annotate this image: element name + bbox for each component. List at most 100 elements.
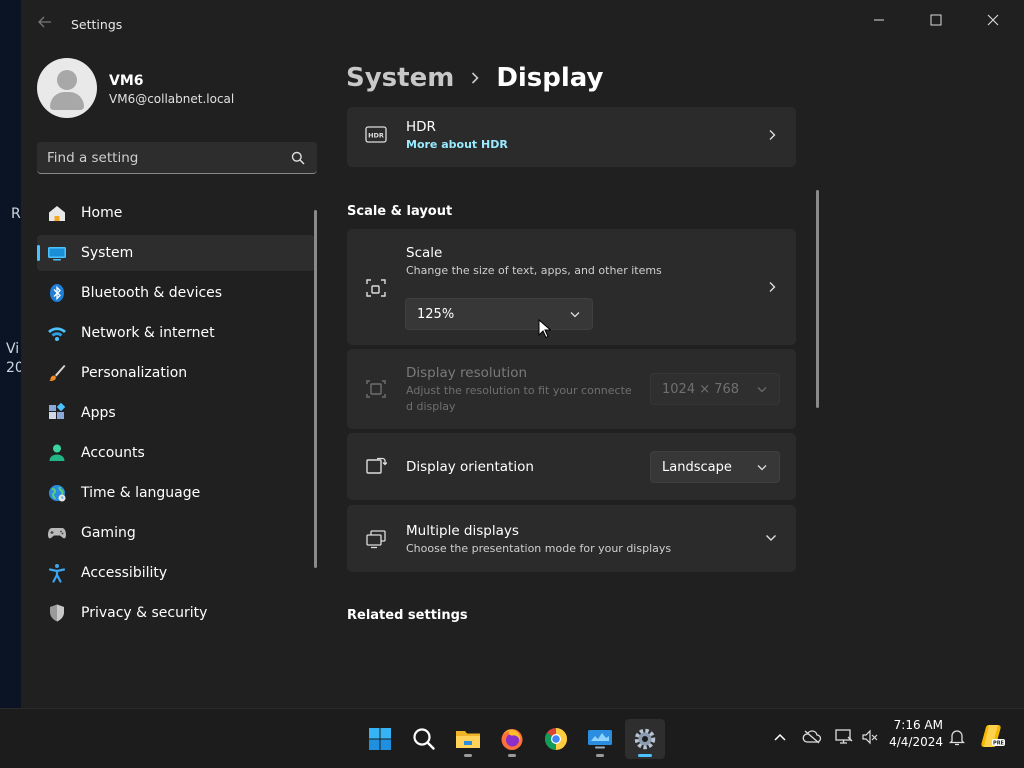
chrome-icon <box>544 728 567 750</box>
multiple-displays-subtitle: Choose the presentation mode for your di… <box>406 542 672 555</box>
hdr-learn-more-link[interactable]: More about HDR <box>406 138 508 151</box>
bluetooth-icon <box>50 284 64 302</box>
user-email: VM6@collabnet.local <box>109 92 235 106</box>
main-scrollbar[interactable] <box>816 190 819 408</box>
hdr-card[interactable]: HDR HDR More about HDR <box>347 107 796 167</box>
sidebar-item-network[interactable]: Network & internet <box>37 315 315 351</box>
scale-dropdown-value: 125% <box>417 307 455 322</box>
chevron-right-icon <box>769 282 776 292</box>
sidebar-item-home[interactable]: Home <box>37 195 315 231</box>
home-icon <box>49 206 65 221</box>
copilot-icon: PRE <box>981 725 1005 747</box>
chevron-up-icon <box>774 733 786 741</box>
copilot-button[interactable]: PRE <box>980 723 1006 749</box>
running-indicator <box>508 754 516 757</box>
chevron-down-icon <box>757 387 767 393</box>
hdr-title: HDR <box>406 119 436 135</box>
section-heading-related-settings: Related settings <box>347 608 468 623</box>
taskbar-chrome[interactable] <box>536 719 576 759</box>
taskbar-firefox[interactable] <box>492 719 532 759</box>
start-icon <box>369 728 391 750</box>
multiple-displays-card[interactable]: Multiple displays Choose the presentatio… <box>347 505 796 572</box>
display-orientation-card: Display orientation Landscape <box>347 433 796 500</box>
wifi-icon <box>48 327 66 341</box>
taskbar-search-button[interactable] <box>404 719 444 759</box>
hdr-icon: HDR <box>365 126 387 143</box>
chevron-right-icon <box>472 72 479 84</box>
display-resolution-subtitle: Adjust the resolution to fit your connec… <box>406 384 632 397</box>
sidebar-item-label: Gaming <box>81 525 136 541</box>
sidebar-item-time-language[interactable]: Time & language <box>37 475 315 511</box>
search-icon[interactable] <box>291 151 305 165</box>
sidebar-item-gaming[interactable]: Gaming <box>37 515 315 551</box>
settings-icon <box>634 728 656 750</box>
scale-dropdown[interactable]: 125% <box>405 298 593 330</box>
sidebar-item-system[interactable]: System <box>37 235 315 271</box>
sidebar-item-label: Apps <box>81 405 116 421</box>
maximize-button[interactable] <box>913 6 959 34</box>
multiple-displays-title: Multiple displays <box>406 523 519 539</box>
sidebar-scrollbar[interactable] <box>314 210 317 568</box>
section-heading-scale-layout: Scale & layout <box>347 204 453 219</box>
display-resolution-card: Display resolution Adjust the resolution… <box>347 349 796 429</box>
system-icon <box>48 247 66 261</box>
back-button[interactable] <box>35 14 55 34</box>
breadcrumb-parent[interactable]: System <box>346 63 454 93</box>
taskbar-clock-time[interactable]: 7:16 AM <box>893 718 943 732</box>
bell-icon <box>949 730 965 746</box>
chevron-down-icon <box>570 312 580 318</box>
start-button[interactable] <box>360 719 400 759</box>
running-indicator <box>464 754 472 757</box>
sidebar-item-personalization[interactable]: Personalization <box>37 355 315 391</box>
running-indicator <box>596 754 604 757</box>
maximize-icon <box>930 14 942 26</box>
sidebar-item-label: System <box>81 245 134 261</box>
chevron-down-icon <box>757 465 767 471</box>
resolution-dropdown-value: 1024 × 768 <box>662 382 740 397</box>
volume-tray-button[interactable] <box>860 727 880 747</box>
display-resolution-subtitle: d display <box>406 400 456 413</box>
minimize-icon <box>874 19 884 21</box>
network-tray-button[interactable] <box>834 727 854 747</box>
orientation-dropdown[interactable]: Landscape <box>650 451 780 483</box>
sidebar-nav: Home System Bluetooth & devices Network … <box>37 195 315 635</box>
close-button[interactable] <box>970 6 1016 34</box>
user-name: VM6 <box>109 73 144 89</box>
desktop-text-fragment: Vi <box>6 341 20 357</box>
onedrive-tray-button[interactable] <box>802 727 822 747</box>
cloud-offline-icon <box>802 730 822 744</box>
sidebar-item-bluetooth[interactable]: Bluetooth & devices <box>37 275 315 311</box>
chevron-right-icon <box>769 130 776 140</box>
sidebar-item-apps[interactable]: Apps <box>37 395 315 431</box>
sidebar-item-privacy-security[interactable]: Privacy & security <box>37 595 315 631</box>
mouse-cursor-icon <box>538 319 551 339</box>
sidebar-item-label: Personalization <box>81 365 188 381</box>
search-input[interactable] <box>47 142 277 173</box>
globe-icon <box>49 485 66 502</box>
scale-card[interactable]: Scale Change the size of text, apps, and… <box>347 229 796 345</box>
notifications-button[interactable] <box>947 727 967 747</box>
breadcrumb: System Display <box>346 58 604 98</box>
search-icon <box>413 728 435 750</box>
sidebar-item-accounts[interactable]: Accounts <box>37 435 315 471</box>
minimize-button[interactable] <box>856 6 902 34</box>
sidebar-item-accessibility[interactable]: Accessibility <box>37 555 315 591</box>
taskbar-settings[interactable] <box>625 719 665 759</box>
taskbar-file-explorer[interactable] <box>448 719 488 759</box>
brush-icon <box>49 365 66 382</box>
avatar[interactable] <box>37 58 97 118</box>
app-title: Settings <box>71 17 123 32</box>
sidebar-item-label: Accounts <box>81 445 145 461</box>
speaker-muted-icon <box>862 729 878 745</box>
close-icon <box>987 14 999 26</box>
multiple-displays-icon <box>366 530 386 549</box>
show-hidden-icons-button[interactable] <box>770 727 790 747</box>
scale-icon <box>366 279 386 297</box>
file-explorer-icon <box>456 731 480 748</box>
taskbar-remote-desktop[interactable] <box>580 719 620 759</box>
taskbar-clock-date[interactable]: 4/4/2024 <box>885 735 943 749</box>
taskbar: 7:16 AM 4/4/2024 PRE <box>0 708 1024 768</box>
avatar-body-shape <box>50 92 84 110</box>
chevron-down-icon[interactable] <box>765 533 777 543</box>
apps-icon <box>49 403 66 419</box>
